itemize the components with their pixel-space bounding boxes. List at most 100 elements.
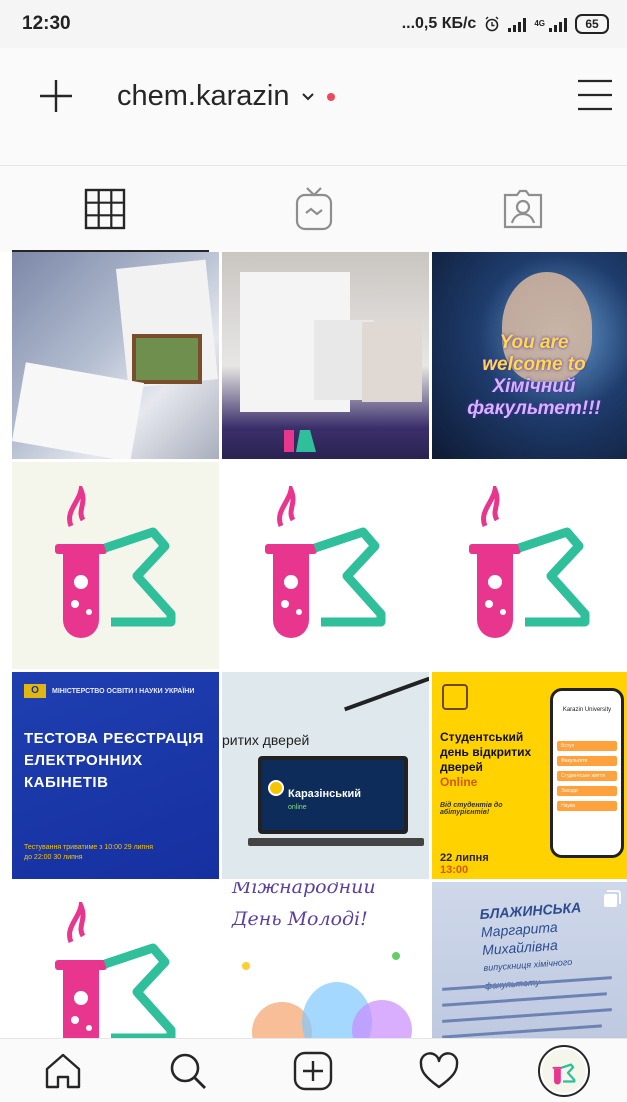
post-thumbnail[interactable]: Міжнародний День Молоді! — [222, 882, 429, 1038]
welcome-overlay-text: You are welcome to Хімічний факультет!!! — [444, 332, 624, 420]
post-title-line: День Молоді! — [232, 908, 368, 930]
welcome-line: You are — [499, 332, 569, 353]
post-thumbnail[interactable]: БЛАЖИНСЬКА Маргарита Михайлівна випускни… — [432, 882, 627, 1038]
nav-home[interactable] — [33, 1041, 93, 1101]
welcome-line: welcome to — [482, 354, 586, 375]
grid-icon — [84, 188, 125, 230]
hamburger-menu-icon[interactable] — [576, 78, 614, 112]
username: chem.karazin — [117, 80, 290, 112]
status-indicators: ...0,5 КБ/с 4G 65 — [402, 14, 609, 34]
framed-picture — [132, 334, 202, 384]
nav-new-post[interactable] — [283, 1041, 343, 1101]
chemistry-logo-icon — [264, 485, 385, 638]
tagged-user-icon — [503, 189, 542, 229]
flask-logo-icon — [284, 430, 316, 452]
search-icon — [170, 1053, 207, 1089]
post-thumbnail[interactable] — [432, 462, 627, 669]
profile-header: chem.karazin — [0, 48, 627, 166]
notification-dot — [327, 92, 336, 101]
avatar-image — [542, 1048, 587, 1093]
status-time: 12:30 — [22, 13, 71, 34]
signal-icon — [508, 16, 527, 32]
chemistry-logo-icon — [54, 485, 175, 638]
post-footnote: Тестування триватиме з 10:00 29 липня до… — [24, 843, 153, 863]
title-line: Online — [440, 775, 478, 789]
title-line: дверей — [440, 760, 483, 774]
phone-row: Факультети — [557, 756, 617, 766]
network-tag: 4G — [534, 19, 545, 28]
carousel-icon — [604, 890, 621, 907]
title-line: Студентський — [440, 730, 524, 744]
laptop-base — [248, 838, 424, 846]
ministry-name: МІНІСТЕРСТВО ОСВІТИ І НАУКИ УКРАЇНИ — [52, 687, 195, 695]
post-thumbnail[interactable] — [12, 252, 219, 459]
title-line: день відкритих — [440, 745, 532, 759]
headline-line: ЕЛЕКТРОННИХ — [24, 752, 143, 769]
headline-line: КАБІНЕТІВ — [24, 774, 109, 791]
welcome-line: факультет!!! — [467, 398, 601, 419]
igtv-icon — [295, 187, 332, 231]
post-thumbnail[interactable] — [222, 252, 429, 459]
post-thumbnail[interactable]: Студентський день відкритих дверей Onlin… — [432, 672, 627, 879]
confetti-dot — [392, 952, 400, 960]
new-post-icon — [294, 1051, 333, 1090]
nav-profile[interactable] — [534, 1041, 594, 1101]
footnote-line: Тестування триватиме з 10:00 29 липня — [24, 844, 154, 851]
post-headline: ТЕСТОВА РЕЄСТРАЦІЯ ЕЛЕКТРОННИХ КАБІНЕТІВ — [24, 728, 207, 794]
ministry-logo: О МІНІСТЕРСТВО ОСВІТИ І НАУКИ УКРАЇНИ — [24, 684, 207, 698]
plus-icon[interactable] — [36, 76, 76, 116]
phone-row: Вступ — [557, 741, 617, 751]
bottom-navigation — [0, 1038, 627, 1102]
phone-row: Студентське життя — [557, 771, 617, 781]
post-title-line: Міжнародний — [232, 882, 376, 898]
post-subtitle: Від студентів до абітурієнтів! — [440, 802, 503, 816]
tab-tagged[interactable] — [418, 166, 627, 252]
text-line — [442, 992, 607, 1007]
post-thumbnail[interactable] — [12, 882, 219, 1038]
phone-header: Karazin University — [562, 707, 612, 713]
screen-subtitle: online — [288, 804, 307, 811]
account-switcher[interactable]: chem.karazin — [117, 80, 336, 113]
network-speed: ...0,5 КБ/с — [401, 15, 477, 32]
alarm-icon — [485, 16, 499, 32]
confetti-dot — [242, 962, 250, 970]
karazin-logo-icon — [268, 780, 284, 796]
text-line — [442, 1008, 612, 1023]
home-icon — [45, 1053, 80, 1088]
chemistry-logo-icon — [552, 1063, 576, 1084]
mon-logo-icon: О — [24, 684, 46, 698]
event-date: 22 липня 13:00 — [440, 852, 489, 876]
post-title: Студентський день відкритих дверей Onlin… — [440, 730, 540, 790]
4g-signal-icon — [549, 16, 567, 32]
chemistry-logo-icon — [468, 485, 589, 638]
desk-lamp — [344, 676, 429, 712]
profile-tabs — [0, 166, 627, 252]
heart-icon — [419, 1051, 459, 1088]
avatar — [538, 1044, 591, 1097]
phone-mockup: Karazin University Вступ Факультети Студ… — [550, 688, 624, 858]
nav-activity[interactable] — [409, 1041, 469, 1101]
headline-line: ТЕСТОВА РЕЄСТРАЦІЯ — [24, 730, 204, 747]
time-text: 13:00 — [440, 864, 469, 876]
footnote-line: до 22:00 30 липня — [24, 854, 83, 861]
university-crest-icon — [442, 684, 468, 710]
tab-grid[interactable] — [0, 166, 209, 252]
post-thumbnail[interactable] — [12, 462, 219, 669]
screen-title: Каразінський — [288, 788, 362, 800]
chemistry-logo-icon — [54, 902, 175, 1038]
nav-search[interactable] — [158, 1041, 218, 1101]
post-thumbnail[interactable]: О МІНІСТЕРСТВО ОСВІТИ І НАУКИ УКРАЇНИ ТЕС… — [12, 672, 219, 879]
battery-icon: 65 — [575, 14, 609, 34]
post-title: ритих дверей — [222, 732, 310, 748]
status-bar: 12:30 ...0,5 КБ/с 4G 65 — [0, 0, 627, 48]
phone-row: Заходи — [557, 786, 617, 796]
date-text: 22 липня — [440, 852, 489, 864]
post-thumbnail[interactable]: ритих дверей Каразінський online — [222, 672, 429, 879]
chevron-down-icon — [302, 92, 315, 100]
post-thumbnail[interactable] — [222, 462, 429, 669]
posts-grid: You are welcome to Хімічний факультет!!!… — [12, 252, 627, 1038]
tab-igtv[interactable] — [209, 166, 418, 252]
paper-folder — [362, 322, 422, 402]
phone-row: Наука — [557, 801, 617, 811]
post-thumbnail[interactable]: You are welcome to Хімічний факультет!!! — [432, 252, 627, 459]
